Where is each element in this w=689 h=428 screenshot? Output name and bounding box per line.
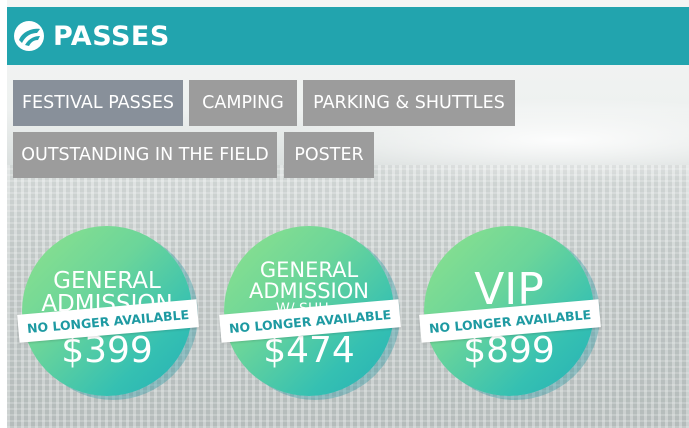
pass-name-line: ADMISSION: [249, 279, 369, 303]
page-edge: [0, 0, 7, 428]
tab-label: OUTSTANDING IN THE FIELD: [21, 145, 269, 165]
tab-camping[interactable]: CAMPING: [189, 80, 297, 126]
tab-label: POSTER: [294, 145, 364, 165]
tab-outstanding-in-the-field[interactable]: OUTSTANDING IN THE FIELD: [13, 132, 277, 178]
tab-label: PARKING & SHUTTLES: [313, 93, 505, 113]
tab-poster[interactable]: POSTER: [284, 132, 374, 178]
tab-label: CAMPING: [202, 93, 284, 113]
page-title: PASSES: [53, 20, 170, 52]
tab-festival-passes[interactable]: FESTIVAL PASSES: [13, 80, 183, 126]
passes-header: PASSES: [7, 7, 689, 65]
pass-name-line: GENERAL: [259, 258, 359, 282]
pass-name-line: GENERAL: [53, 268, 161, 294]
tab-label: FESTIVAL PASSES: [21, 93, 174, 113]
coachella-swirl-icon: [14, 21, 44, 51]
tab-parking-shuttles[interactable]: PARKING & SHUTTLES: [303, 80, 515, 126]
